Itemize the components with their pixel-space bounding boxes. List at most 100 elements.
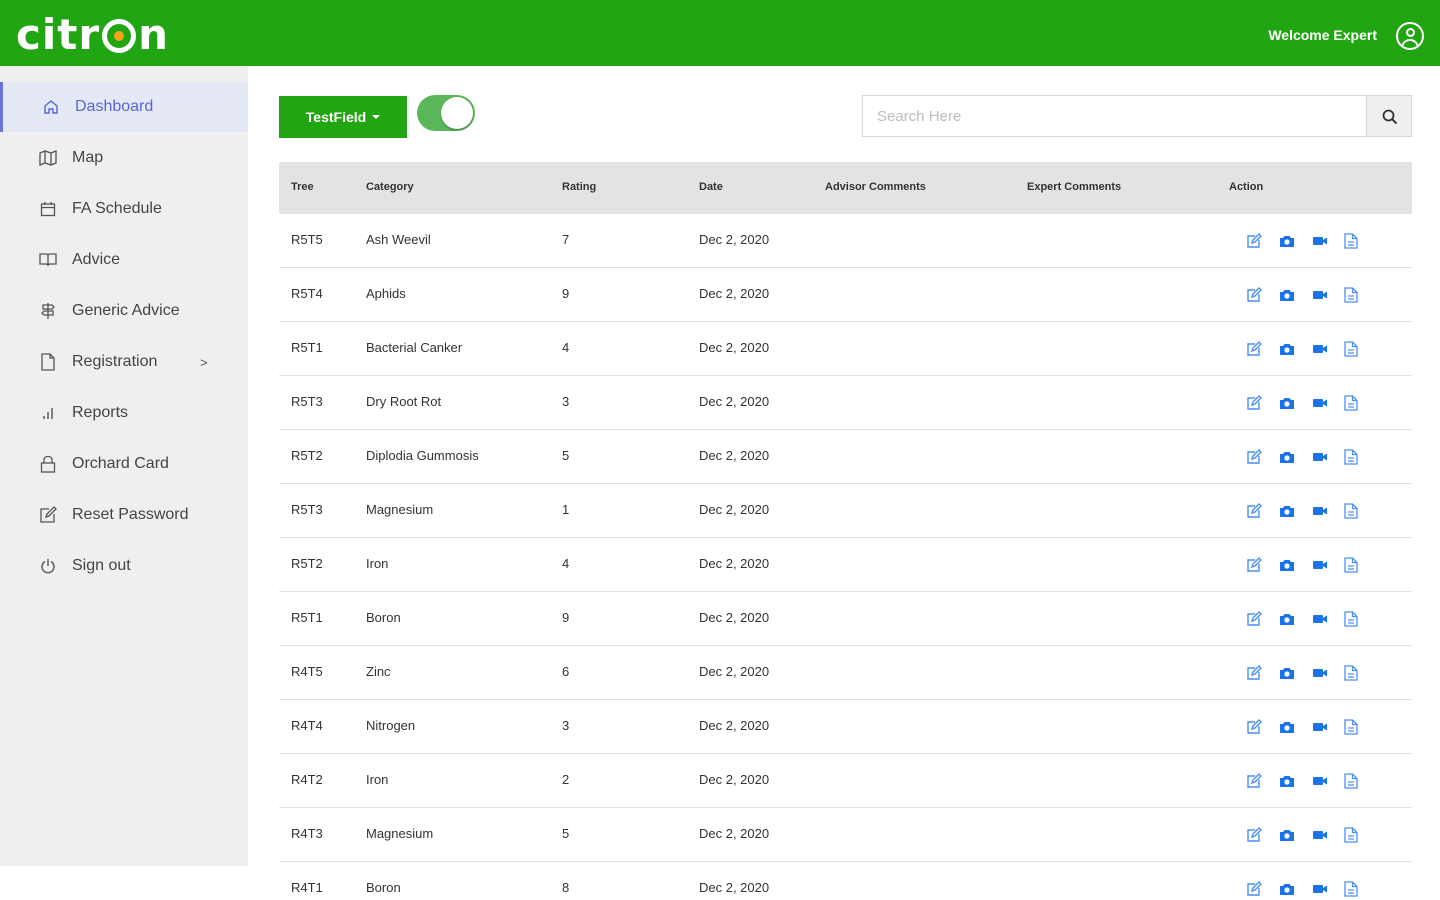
file-icon[interactable] <box>1344 395 1360 411</box>
cell-date: Dec 2, 2020 <box>699 232 770 247</box>
sidebar-item-fa-schedule[interactable]: FA Schedule <box>0 184 248 234</box>
edit-icon[interactable] <box>1246 773 1262 789</box>
file-icon[interactable] <box>1344 611 1360 627</box>
search-button[interactable] <box>1366 95 1412 137</box>
edit-icon[interactable] <box>1246 881 1262 897</box>
file-icon[interactable] <box>1344 719 1360 735</box>
edit-icon[interactable] <box>1246 557 1262 573</box>
camera-icon[interactable] <box>1279 233 1295 249</box>
edit-icon[interactable] <box>1246 287 1262 303</box>
edit-icon[interactable] <box>1246 449 1262 465</box>
citron-logo[interactable]: citr n <box>16 9 169 59</box>
sidebar-item-generic-advice[interactable]: Generic Advice <box>0 286 248 336</box>
video-icon[interactable] <box>1312 665 1328 681</box>
column-header-rating[interactable]: Rating <box>562 181 596 193</box>
file-icon[interactable] <box>1344 503 1360 519</box>
cell-rating: 9 <box>562 610 570 625</box>
file-icon[interactable] <box>1344 557 1360 573</box>
camera-icon[interactable] <box>1279 557 1295 573</box>
file-icon[interactable] <box>1344 287 1360 303</box>
file-icon[interactable] <box>1344 233 1360 249</box>
file-icon[interactable] <box>1344 449 1360 465</box>
edit-icon[interactable] <box>1246 719 1262 735</box>
video-icon[interactable] <box>1312 881 1328 897</box>
camera-icon[interactable] <box>1279 341 1295 357</box>
sidebar-item-label: Generic Advice <box>72 302 180 319</box>
camera-icon[interactable] <box>1279 503 1295 519</box>
column-header-category[interactable]: Category <box>366 181 414 193</box>
cell-rating: 7 <box>562 232 570 247</box>
column-header-advisor-comments[interactable]: Advisor Comments <box>825 181 926 193</box>
camera-icon[interactable] <box>1279 665 1295 681</box>
video-icon[interactable] <box>1312 773 1328 789</box>
field-select-button[interactable]: TestField <box>279 96 407 138</box>
sidebar-item-advice[interactable]: Advice <box>0 235 248 285</box>
column-header-expert-comments[interactable]: Expert Comments <box>1027 181 1121 193</box>
table-row: R5T3 Magnesium 1 Dec 2, 2020 <box>279 484 1412 538</box>
camera-icon[interactable] <box>1279 449 1295 465</box>
edit-icon[interactable] <box>1246 395 1262 411</box>
camera-icon[interactable] <box>1279 881 1295 897</box>
cell-tree: R5T3 <box>291 394 323 409</box>
cell-tree: R4T5 <box>291 664 323 679</box>
edit-icon[interactable] <box>1246 341 1262 357</box>
file-icon[interactable] <box>1344 341 1360 357</box>
camera-icon[interactable] <box>1279 287 1295 303</box>
table-row: R4T3 Magnesium 5 Dec 2, 2020 <box>279 808 1412 862</box>
cell-tree: R4T2 <box>291 772 323 787</box>
user-circle-icon[interactable] <box>1396 22 1424 50</box>
search-input[interactable] <box>862 95 1367 137</box>
logo-text-right: n <box>138 9 169 59</box>
power-icon <box>39 557 57 575</box>
sidebar-item-orchard-card[interactable]: Orchard Card <box>0 439 248 489</box>
view-toggle[interactable] <box>417 95 475 131</box>
video-icon[interactable] <box>1312 233 1328 249</box>
video-icon[interactable] <box>1312 449 1328 465</box>
sidebar-item-label: Registration <box>72 353 158 370</box>
cell-category: Zinc <box>366 664 391 679</box>
camera-icon[interactable] <box>1279 827 1295 843</box>
edit-icon[interactable] <box>1246 611 1262 627</box>
video-icon[interactable] <box>1312 719 1328 735</box>
sidebar-item-reset-password[interactable]: Reset Password <box>0 490 248 540</box>
cell-tree: R4T4 <box>291 718 323 733</box>
table-row: R5T4 Aphids 9 Dec 2, 2020 <box>279 268 1412 322</box>
sidebar-item-label: Advice <box>72 251 121 268</box>
edit-icon[interactable] <box>1246 665 1262 681</box>
sidebar-item-reports[interactable]: Reports <box>0 388 248 438</box>
column-header-date[interactable]: Date <box>699 181 723 193</box>
file-icon[interactable] <box>1344 881 1360 897</box>
camera-icon[interactable] <box>1279 719 1295 735</box>
sidebar-item-registration[interactable]: Registration > <box>0 337 248 387</box>
book-icon <box>39 251 57 269</box>
file-icon[interactable] <box>1344 827 1360 843</box>
video-icon[interactable] <box>1312 287 1328 303</box>
cell-rating: 8 <box>562 880 570 895</box>
sidebar-item-sign-out[interactable]: Sign out <box>0 541 248 591</box>
video-icon[interactable] <box>1312 341 1328 357</box>
video-icon[interactable] <box>1312 503 1328 519</box>
camera-icon[interactable] <box>1279 611 1295 627</box>
file-icon[interactable] <box>1344 773 1360 789</box>
cell-tree: R5T5 <box>291 232 323 247</box>
cell-rating: 5 <box>562 826 570 841</box>
video-icon[interactable] <box>1312 827 1328 843</box>
file-icon[interactable] <box>1344 665 1360 681</box>
cell-category: Aphids <box>366 286 406 301</box>
logo-text-left: citr <box>16 9 101 59</box>
edit-icon[interactable] <box>1246 233 1262 249</box>
camera-icon[interactable] <box>1279 773 1295 789</box>
edit-icon[interactable] <box>1246 827 1262 843</box>
cell-category: Boron <box>366 880 401 895</box>
cell-category: Ash Weevil <box>366 232 431 247</box>
video-icon[interactable] <box>1312 395 1328 411</box>
video-icon[interactable] <box>1312 557 1328 573</box>
cell-date: Dec 2, 2020 <box>699 826 770 841</box>
camera-icon[interactable] <box>1279 395 1295 411</box>
sidebar-item-dashboard[interactable]: Dashboard <box>0 82 248 132</box>
cell-category: Magnesium <box>366 826 434 841</box>
video-icon[interactable] <box>1312 611 1328 627</box>
edit-icon[interactable] <box>1246 503 1262 519</box>
column-header-tree[interactable]: Tree <box>291 181 314 193</box>
sidebar-item-map[interactable]: Map <box>0 133 248 183</box>
